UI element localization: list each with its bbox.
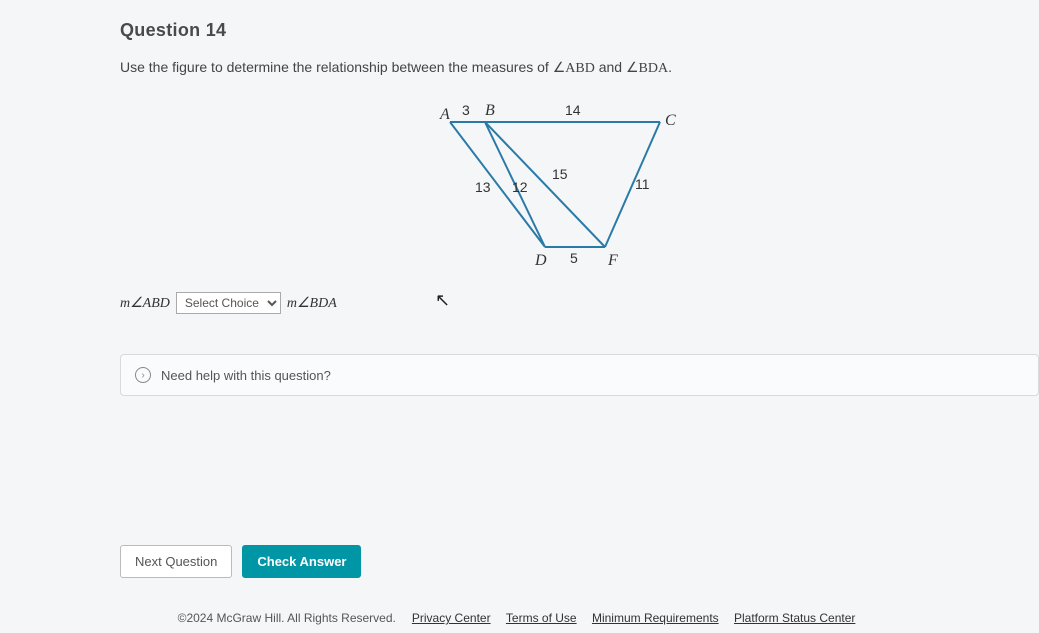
edge-bf: 15 (552, 166, 568, 182)
edge-ad: 13 (475, 179, 491, 195)
edge-ab: 3 (462, 102, 470, 118)
next-question-button[interactable]: Next Question (120, 545, 232, 578)
question-title: Question 14 (120, 20, 1009, 41)
edge-df: 5 (570, 250, 578, 266)
privacy-link[interactable]: Privacy Center (412, 611, 491, 625)
edge-bc: 14 (565, 102, 581, 118)
edge-bd: 12 (512, 179, 528, 195)
help-box[interactable]: › Need help with this question? (120, 354, 1039, 396)
copyright-text: ©2024 McGraw Hill. All Rights Reserved. (178, 611, 396, 625)
answer-left: m∠ABD (120, 295, 170, 312)
vertex-b: B (485, 102, 495, 119)
help-text: Need help with this question? (161, 368, 331, 383)
angle-bda-ref: ∠BDA (626, 61, 668, 76)
footer: ©2024 McGraw Hill. All Rights Reserved. … (0, 611, 1039, 625)
question-prompt: Use the figure to determine the relation… (120, 59, 1009, 77)
edge-cf: 11 (635, 176, 650, 192)
geometry-figure: A B C D F 3 14 13 12 15 11 5 (430, 97, 700, 267)
relationship-select[interactable]: Select Choice (176, 292, 281, 314)
check-answer-button[interactable]: Check Answer (242, 545, 361, 578)
minreq-link[interactable]: Minimum Requirements (592, 611, 719, 625)
vertex-a: A (439, 106, 450, 123)
status-link[interactable]: Platform Status Center (734, 611, 855, 625)
chevron-right-icon: › (135, 367, 151, 383)
prompt-prefix: Use the figure to determine the relation… (120, 59, 553, 75)
answer-right: m∠BDA (287, 295, 337, 312)
vertex-d: D (534, 252, 547, 267)
prompt-suffix: . (668, 59, 672, 75)
vertex-f: F (607, 252, 618, 267)
vertex-c: C (665, 112, 676, 129)
answer-row: m∠ABD Select Choice m∠BDA (120, 292, 1009, 314)
angle-abd-ref: ∠ABD (553, 61, 595, 76)
prompt-mid: and (595, 59, 626, 75)
terms-link[interactable]: Terms of Use (506, 611, 577, 625)
